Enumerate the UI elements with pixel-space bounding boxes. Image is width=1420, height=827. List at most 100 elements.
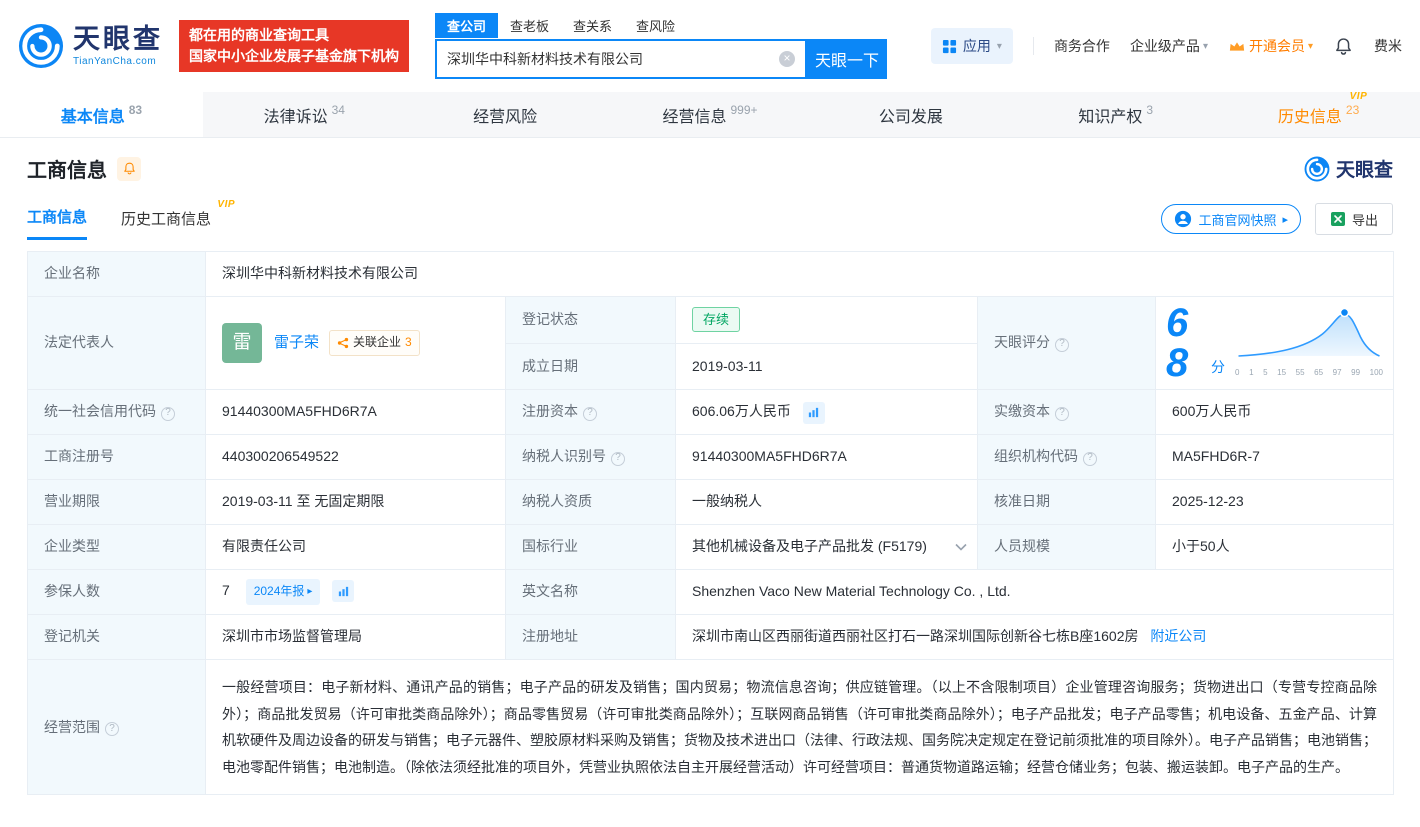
apps-menu[interactable]: 应用 ▾ xyxy=(930,28,1013,64)
official-snapshot-button[interactable]: 工商官网快照 ▸ xyxy=(1161,204,1301,234)
tab-count: 3 xyxy=(1146,102,1154,117)
score-axis-label: 99 xyxy=(1351,368,1361,378)
help-icon[interactable]: ? xyxy=(161,406,175,421)
legal-rep-avatar[interactable]: 雷 xyxy=(222,323,262,363)
chevron-down-icon: ▾ xyxy=(1202,40,1208,52)
related-nodes-icon xyxy=(337,337,349,349)
clear-icon[interactable]: × xyxy=(779,51,795,67)
promo-line1: 都在用的商业查询工具 xyxy=(189,27,329,43)
help-icon[interactable]: ? xyxy=(105,721,119,736)
subscribe-bell-icon[interactable] xyxy=(117,156,141,181)
vip-badge: VIP xyxy=(217,198,236,210)
enterprise-product-label: 企业级产品 xyxy=(1129,38,1200,54)
notification-bell-icon[interactable] xyxy=(1333,36,1354,57)
tianyancha-logo-icon xyxy=(18,23,64,69)
field-scope-label: 经营范围? xyxy=(27,658,206,796)
tab-count: 23 xyxy=(1345,102,1360,117)
tab-label: 法律诉讼 xyxy=(263,108,328,126)
field-credit-code-label: 统一社会信用代码? xyxy=(27,389,206,435)
score-unit: 分 xyxy=(1211,358,1226,375)
business-cooperation-link[interactable]: 商务合作 xyxy=(1054,36,1110,56)
search-button[interactable]: 天眼一下 xyxy=(807,39,887,79)
table-row: 企业类型 有限责任公司 国标行业 其他机械设备及电子产品批发 (F5179) 人… xyxy=(27,524,1395,570)
section-title: 工商信息 xyxy=(27,160,107,182)
field-insured-value: 7 2024年报 ▸ xyxy=(205,569,506,615)
username-link[interactable]: 费米 xyxy=(1374,36,1402,56)
apps-menu-label: 应用 xyxy=(962,38,991,54)
field-address-value: 深圳市南山区西丽街道西丽社区打石一路深圳国际创新谷七栋B座1602房 附近公司 xyxy=(674,614,1395,660)
field-org-code-label: 组织机构代码? xyxy=(977,434,1156,480)
score-axis-label: 65 xyxy=(1314,368,1324,378)
search-tab-relation[interactable]: 查关系 xyxy=(561,13,624,38)
annual-report-label: 2024年报 xyxy=(253,584,305,599)
score-axis-label: 100 xyxy=(1369,368,1384,378)
field-company-type-value: 有限责任公司 xyxy=(205,524,506,570)
score-distribution-chart: 0 1 5 15 55 65 97 99 100 xyxy=(1235,306,1383,379)
annual-report-link[interactable]: 2024年报 ▸ xyxy=(245,579,321,605)
field-company-name-value: 深圳华中科新材料技术有限公司 xyxy=(204,251,1395,297)
vip-badge: VIP xyxy=(1349,90,1368,102)
related-companies-label: 关联企业 xyxy=(353,335,402,350)
subtab-row: 工商信息 历史工商信息 VIP 工商官网快照 ▸ 导出 xyxy=(27,199,1393,243)
enterprise-product-link[interactable]: 企业级产品 ▾ xyxy=(1130,36,1208,56)
tab-label: 公司发展 xyxy=(878,108,943,126)
subtab-history-business-info[interactable]: 历史工商信息 VIP xyxy=(121,199,235,239)
field-authority-label: 登记机关 xyxy=(27,614,206,660)
tab-history-info[interactable]: 历史信息 23 VIP xyxy=(1217,90,1420,137)
search-tab-boss[interactable]: 查老板 xyxy=(498,13,561,38)
subtab-label: 历史工商信息 xyxy=(121,210,212,228)
field-company-name-label: 企业名称 xyxy=(27,251,206,297)
field-credit-code-value: 91440300MA5FHD6R7A xyxy=(205,389,506,435)
business-info-table: 企业名称 深圳华中科新材料技术有限公司 法定代表人 雷 雷子荣 关联企业 3 登… xyxy=(27,251,1395,796)
field-reg-number-value: 440300206549522 xyxy=(205,434,506,480)
tab-business-risk[interactable]: 经营风险 xyxy=(406,92,609,137)
table-row: 营业期限 2019-03-11 至 无固定期限 纳税人资质 一般纳税人 核准日期… xyxy=(27,479,1395,525)
arrow-right-icon: ▸ xyxy=(1282,213,1288,226)
help-icon[interactable]: ? xyxy=(1055,406,1069,421)
tab-basic-info[interactable]: 基本信息 83 xyxy=(0,92,203,137)
tab-business-info[interactable]: 经营信息 999+ xyxy=(609,92,812,137)
field-staff-size-value: 小于50人 xyxy=(1154,524,1395,570)
score-axis: 0 1 5 15 55 65 97 99 100 xyxy=(1235,366,1383,379)
export-button[interactable]: 导出 xyxy=(1314,203,1393,235)
field-reg-capital-label: 注册资本? xyxy=(505,389,676,435)
field-score-value: 68 分 0 1 5 15 55 65 97 99 100 xyxy=(1154,296,1395,390)
person-circle-icon xyxy=(1174,210,1192,228)
field-authority-value: 深圳市市场监督管理局 xyxy=(205,614,506,660)
chevron-down-icon: ▾ xyxy=(996,40,1002,52)
table-row: 经营范围? 一般经营项目：电子新材料、通讯产品的销售；电子产品的研发及销售；国内… xyxy=(27,658,1395,796)
field-address-label: 注册地址 xyxy=(505,614,676,660)
help-icon[interactable]: ? xyxy=(583,406,597,421)
search-input[interactable] xyxy=(447,51,779,67)
score-number: 68 xyxy=(1166,301,1189,385)
nearby-companies-link[interactable]: 附近公司 xyxy=(1150,628,1206,644)
tab-label: 经营信息 xyxy=(662,108,727,126)
insured-history-icon[interactable] xyxy=(332,580,355,603)
help-icon[interactable]: ? xyxy=(611,451,625,466)
score-axis-label: 0 xyxy=(1235,368,1240,378)
tab-label: 知识产权 xyxy=(1078,108,1143,126)
tianyancha-logo[interactable]: 天眼查 TianYanCha.com xyxy=(18,23,163,69)
grid-icon xyxy=(942,39,957,54)
tab-intellectual-property[interactable]: 知识产权 3 xyxy=(1014,92,1217,137)
help-icon[interactable]: ? xyxy=(1055,337,1069,352)
search-tab-risk[interactable]: 查风险 xyxy=(624,13,687,38)
field-reg-capital-value: 606.06万人民币 xyxy=(675,389,978,435)
search-tab-company[interactable]: 查公司 xyxy=(435,13,499,38)
tianyancha-logo-icon xyxy=(1304,156,1330,182)
field-legal-rep-label: 法定代表人 xyxy=(27,296,206,390)
tab-company-development[interactable]: 公司发展 xyxy=(811,92,1014,137)
legal-rep-name-link[interactable]: 雷子荣 xyxy=(274,331,319,356)
capital-history-icon[interactable] xyxy=(802,401,825,424)
help-icon[interactable]: ? xyxy=(1083,451,1097,466)
field-org-code-value: MA5FHD6R-7 xyxy=(1154,434,1395,480)
tab-label: 基本信息 xyxy=(60,108,125,126)
tab-legal-proceedings[interactable]: 法律诉讼 34 xyxy=(203,92,406,137)
field-legal-rep-value: 雷 雷子荣 关联企业 3 xyxy=(205,296,506,390)
related-companies-tag[interactable]: 关联企业 3 xyxy=(329,330,420,356)
chevron-down-icon: ▾ xyxy=(1307,40,1313,52)
main-content: 工商信息 天眼查 工商信息 历史工商信息 VIP 工商官网快照 ▸ 导出 企业名… xyxy=(0,154,1420,796)
vip-upgrade-link[interactable]: 开通会员 ▾ xyxy=(1228,36,1313,56)
subtab-business-info[interactable]: 工商信息 xyxy=(27,206,88,240)
chevron-down-icon[interactable] xyxy=(955,543,967,551)
